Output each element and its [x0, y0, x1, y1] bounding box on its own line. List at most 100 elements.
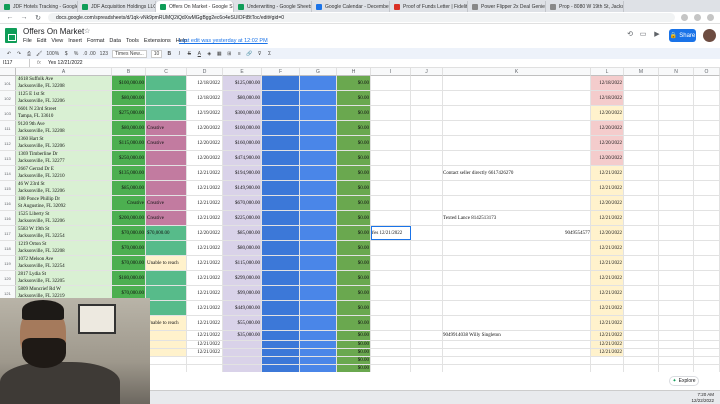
cell-g[interactable] — [300, 76, 337, 90]
list-price-cell[interactable] — [223, 341, 262, 348]
cell-i[interactable] — [371, 91, 411, 105]
status-cell[interactable] — [146, 365, 187, 372]
amount-cell[interactable]: $0.00 — [337, 76, 371, 90]
offer-cell[interactable]: $115,000.00 — [112, 136, 146, 150]
address-cell[interactable]: 1360 Hart St Jacksonville, FL 32206 — [16, 136, 112, 150]
offer-cell[interactable]: $250,000.00 — [112, 151, 146, 165]
cell-m[interactable] — [624, 211, 659, 225]
amount-cell[interactable]: $0.00 — [337, 357, 371, 364]
document-title[interactable]: Offers On Market — [23, 27, 84, 36]
cell-n[interactable] — [659, 316, 694, 330]
amount-cell[interactable]: $0.00 — [337, 106, 371, 120]
date-cell[interactable]: 12/21/2022 — [187, 301, 223, 315]
followup-date-cell[interactable]: 12/21/2022 — [591, 316, 624, 330]
status-cell[interactable] — [146, 106, 187, 120]
status-cell[interactable]: Creative — [146, 211, 187, 225]
row-number[interactable]: 112 — [0, 136, 16, 150]
cell-n[interactable] — [659, 341, 694, 348]
row-number[interactable]: 102 — [0, 91, 16, 105]
comment-icon[interactable]: ▭ — [638, 30, 648, 40]
notes-cell[interactable]: Texted Lance 8142513173 — [443, 211, 591, 225]
amount-cell[interactable]: $0.00 — [337, 341, 371, 348]
column-header-n[interactable]: N — [659, 68, 694, 76]
row-number[interactable]: 111 — [0, 121, 16, 135]
amount-cell[interactable]: $0.00 — [337, 316, 371, 330]
cell-n[interactable] — [659, 241, 694, 255]
notes-cell[interactable] — [443, 91, 591, 105]
cell-f[interactable] — [262, 151, 300, 165]
list-price-cell[interactable]: $160,000.00 — [223, 136, 262, 150]
explore-button[interactable]: ✦ Explore — [669, 376, 699, 386]
status-cell[interactable] — [146, 286, 187, 300]
address-cell[interactable]: 180 Ponce Phillip Dr St Augustine, FL 320… — [16, 196, 112, 210]
cell-f[interactable] — [262, 301, 300, 315]
cell-j[interactable] — [411, 76, 443, 90]
paint-format-icon[interactable]: 🖌 — [36, 50, 42, 58]
row-number[interactable]: 117 — [0, 226, 16, 240]
date-cell[interactable]: 12/18/2022 — [187, 91, 223, 105]
cell-j[interactable] — [411, 357, 443, 364]
date-cell[interactable]: 12/18/2022 — [187, 76, 223, 90]
status-cell[interactable] — [146, 151, 187, 165]
menu-item-tools[interactable]: Tools — [126, 38, 139, 44]
amount-cell[interactable]: $0.00 — [337, 365, 371, 372]
cell-f[interactable] — [262, 365, 300, 372]
cell-i[interactable] — [371, 271, 411, 285]
column-header-f[interactable]: F — [262, 68, 300, 76]
cell-o[interactable] — [694, 349, 720, 356]
cell-g[interactable] — [300, 365, 337, 372]
address-cell[interactable]: 4618 Suffolk Ave Jacksonville, FL 32208 — [16, 76, 112, 90]
font-select[interactable]: Times New... — [112, 49, 147, 58]
followup-date-cell[interactable]: 12/20/2022 — [591, 136, 624, 150]
amount-cell[interactable]: $0.00 — [337, 166, 371, 180]
followup-date-cell[interactable]: 12/20/2022 — [591, 121, 624, 135]
align-icon[interactable]: ≡ — [236, 50, 242, 58]
list-price-cell[interactable]: $300,000.00 — [223, 106, 262, 120]
cell-i[interactable] — [371, 136, 411, 150]
offer-cell[interactable]: $200,000.00 — [112, 211, 146, 225]
column-header-d[interactable]: D — [187, 68, 223, 76]
cell-j[interactable] — [411, 341, 443, 348]
cell-j[interactable] — [411, 365, 443, 372]
column-header-l[interactable]: L — [591, 68, 624, 76]
cell-g[interactable] — [300, 271, 337, 285]
cell-o[interactable] — [694, 365, 720, 372]
followup-date-cell[interactable]: 12/21/2022 — [591, 341, 624, 348]
status-cell[interactable] — [146, 357, 187, 364]
cell-i[interactable] — [371, 301, 411, 315]
status-cell[interactable]: Unable to reach — [146, 316, 187, 330]
column-header-m[interactable]: M — [624, 68, 659, 76]
notes-cell[interactable] — [443, 271, 591, 285]
row-number[interactable]: 103 — [0, 106, 16, 120]
currency-format-button[interactable]: $ — [63, 50, 69, 58]
browser-tab[interactable]: Google Calendar - December 2× — [312, 1, 390, 12]
link-icon[interactable]: 🔗 — [246, 50, 252, 58]
date-cell[interactable]: 12/21/2022 — [187, 286, 223, 300]
column-header-b[interactable]: B — [112, 68, 146, 76]
avatar[interactable] — [703, 29, 716, 42]
cell-f[interactable] — [262, 349, 300, 356]
list-price-cell[interactable]: $80,000.00 — [223, 241, 262, 255]
cell-j[interactable] — [411, 349, 443, 356]
offer-cell[interactable]: $80,000.00 — [112, 91, 146, 105]
cell-f[interactable] — [262, 91, 300, 105]
notes-cell[interactable] — [443, 121, 591, 135]
amount-cell[interactable]: $0.00 — [337, 349, 371, 356]
notes-cell[interactable] — [443, 286, 591, 300]
date-cell[interactable]: 12/21/2022 — [187, 166, 223, 180]
redo-icon[interactable]: ↷ — [16, 50, 22, 58]
followup-date-cell[interactable]: 12/20/2022 — [591, 106, 624, 120]
cell-g[interactable] — [300, 357, 337, 364]
followup-date-cell[interactable]: 12/18/2022 — [591, 76, 624, 90]
cell-n[interactable] — [659, 181, 694, 195]
cell-f[interactable] — [262, 136, 300, 150]
cell-g[interactable] — [300, 121, 337, 135]
cell-f[interactable] — [262, 226, 300, 240]
menu-item-extensions[interactable]: Extensions — [144, 38, 171, 44]
followup-date-cell[interactable]: 12/20/2022 — [591, 226, 624, 240]
amount-cell[interactable]: $0.00 — [337, 181, 371, 195]
row-number[interactable]: 118 — [0, 241, 16, 255]
address-cell[interactable]: 2667 Gerrad Dr E Jacksonville, FL 32210 — [16, 166, 112, 180]
row-number[interactable]: 120 — [0, 271, 16, 285]
cell-m[interactable] — [624, 357, 659, 364]
